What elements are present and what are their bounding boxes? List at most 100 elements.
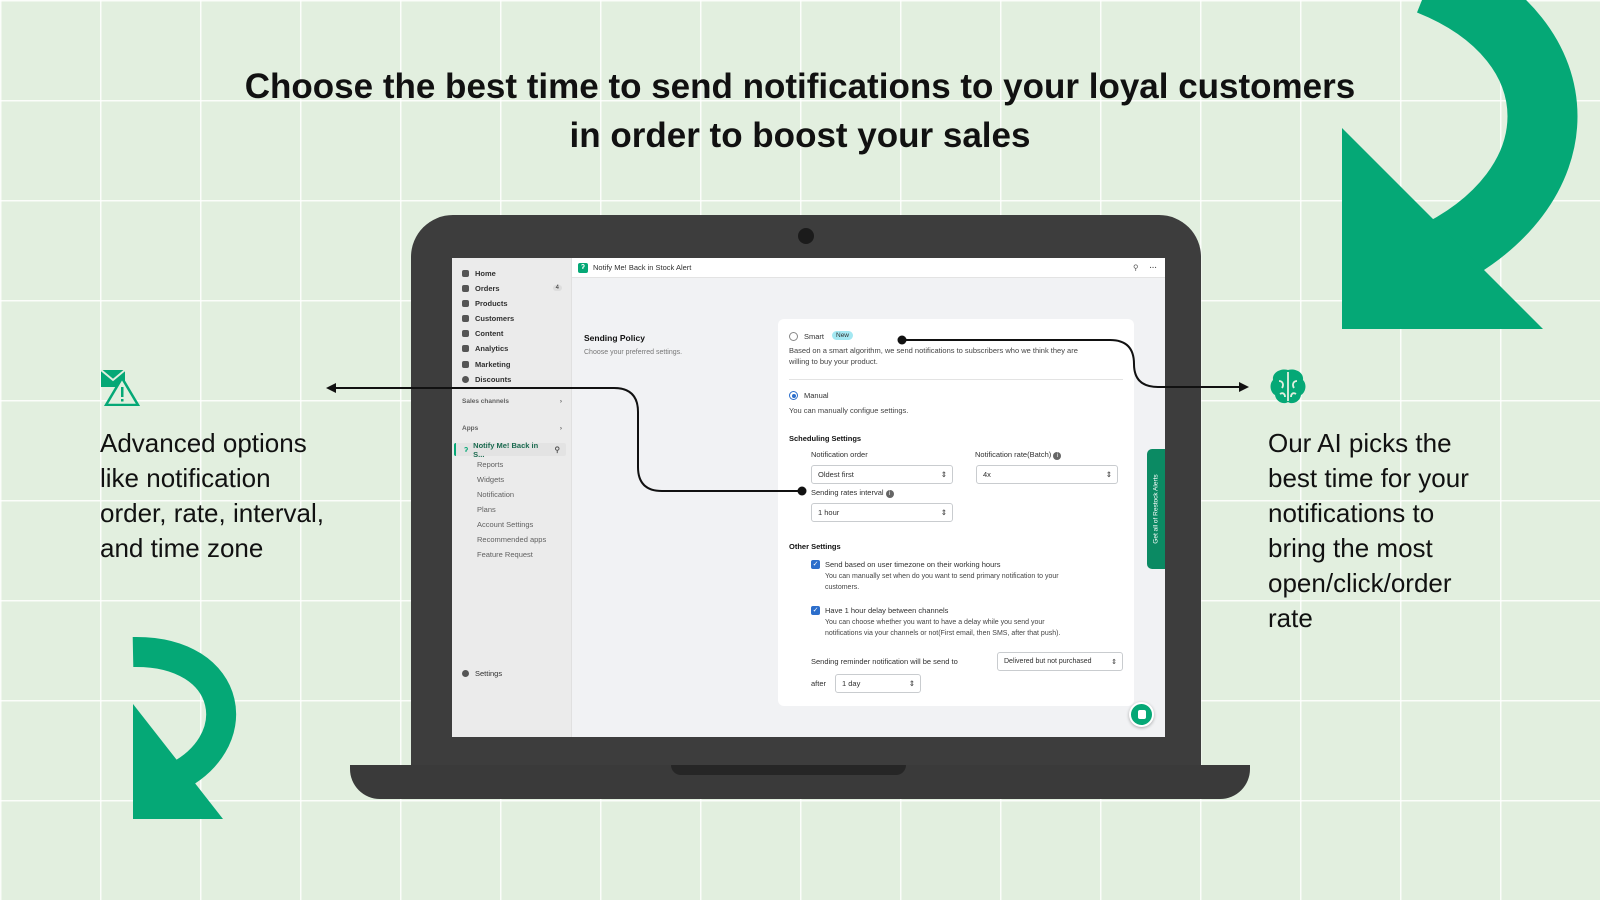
gear-icon bbox=[462, 669, 469, 677]
app-title: Notify Me! Back in Stock Alert bbox=[593, 263, 692, 272]
sidebar-sales-channels[interactable]: Sales channels › bbox=[462, 398, 562, 405]
select-arrows-icon: ⇕ bbox=[940, 508, 947, 517]
divider bbox=[789, 379, 1123, 380]
more-icon[interactable]: ··· bbox=[1150, 263, 1158, 272]
sidebar-item-label: Products bbox=[475, 298, 508, 308]
select-value: 4x bbox=[983, 470, 991, 479]
info-icon[interactable]: i bbox=[1053, 452, 1062, 460]
annotation-line: Advanced options bbox=[100, 428, 307, 458]
marketing-icon bbox=[462, 360, 469, 368]
sidebar-item-label: Customers bbox=[475, 313, 515, 323]
label-text: Notification rate(Batch) bbox=[975, 450, 1052, 459]
mail-warning-icon bbox=[100, 369, 140, 406]
new-badge: New bbox=[832, 331, 854, 340]
side-tab-label: Get all of Restock Alerts bbox=[1152, 474, 1160, 544]
section-subtitle: Choose your preferred settings. bbox=[584, 349, 683, 356]
sidebar-item-label: Settings bbox=[475, 668, 503, 678]
chevron-right-icon: › bbox=[559, 425, 562, 432]
sidebar-subitem-plans[interactable]: Plans bbox=[477, 505, 496, 514]
app-screen: Home Orders 4 Products Customers Content … bbox=[452, 258, 1165, 737]
sidebar-subitem-account-settings[interactable]: Account Settings bbox=[477, 520, 533, 529]
chat-button[interactable] bbox=[1129, 702, 1154, 727]
after-label: after bbox=[811, 679, 827, 688]
annotation-line: best time for your bbox=[1268, 463, 1469, 493]
delay-label: Have 1 hour delay between channels bbox=[825, 606, 949, 615]
sidebar-subitem-reports[interactable]: Reports bbox=[477, 460, 503, 469]
bar-chart-icon bbox=[462, 344, 469, 352]
timezone-label: Send based on user timezone on their wor… bbox=[825, 560, 1001, 569]
delay-description: notifications via your channels or not(F… bbox=[825, 630, 1061, 637]
scheduling-title: Scheduling Settings bbox=[789, 434, 862, 443]
annotation-line: Our AI picks the bbox=[1268, 428, 1452, 458]
after-select[interactable]: 1 day ⇕ bbox=[835, 674, 921, 693]
notification-rate-select[interactable]: 4x ⇕ bbox=[976, 465, 1118, 484]
annotation-line: notifications to bbox=[1268, 498, 1435, 528]
reminder-label: Sending reminder notification will be se… bbox=[811, 657, 958, 666]
sidebar-subitem-notification[interactable]: Notification bbox=[477, 490, 514, 499]
sidebar: Home Orders 4 Products Customers Content … bbox=[452, 258, 572, 737]
select-value: 1 day bbox=[842, 679, 861, 688]
notification-order-select[interactable]: Oldest first ⇕ bbox=[811, 465, 953, 484]
section-label: Apps bbox=[462, 425, 479, 432]
sending-policy-card: Smart New Based on a smart algorithm, we… bbox=[778, 319, 1134, 706]
sidebar-item-label: Notify Me! Back in S... bbox=[473, 440, 539, 459]
annotation-line: and time zone bbox=[100, 533, 264, 563]
other-settings-title: Other Settings bbox=[789, 542, 841, 551]
sending-interval-select[interactable]: 1 hour ⇕ bbox=[811, 503, 953, 522]
pin-icon[interactable]: ⚲ bbox=[555, 445, 561, 454]
manual-radio[interactable] bbox=[789, 391, 798, 400]
info-icon[interactable]: i bbox=[885, 490, 894, 498]
headline: Choose the best time to send notificatio… bbox=[0, 62, 1600, 160]
sidebar-subitem-widgets[interactable]: Widgets bbox=[477, 475, 504, 484]
sidebar-item-analytics[interactable]: Analytics bbox=[462, 342, 508, 354]
sidebar-subitem-feature-request[interactable]: Feature Request bbox=[477, 550, 533, 559]
laptop-notch bbox=[671, 765, 906, 775]
app-logo-icon: ʔ bbox=[464, 445, 469, 454]
chat-icon bbox=[1138, 710, 1146, 719]
timezone-description: You can manually set when do you want to… bbox=[825, 573, 1059, 580]
sidebar-item-settings[interactable]: Settings bbox=[462, 667, 502, 679]
select-value: Oldest first bbox=[818, 470, 854, 479]
sidebar-item-orders[interactable]: Orders 4 bbox=[462, 282, 562, 294]
left-annotation-text: Advanced options like notification order… bbox=[100, 426, 324, 566]
sidebar-item-customers[interactable]: Customers bbox=[462, 312, 514, 324]
sidebar-item-marketing[interactable]: Marketing bbox=[462, 358, 510, 370]
content-icon bbox=[462, 329, 469, 337]
notification-order-label: Notification order bbox=[811, 450, 868, 459]
app-logo-icon: ʔ bbox=[578, 262, 588, 273]
sidebar-item-label: Orders bbox=[475, 283, 500, 293]
timezone-checkbox[interactable]: ✓ bbox=[811, 560, 820, 569]
sidebar-subitem-recommended-apps[interactable]: Recommended apps bbox=[477, 535, 546, 544]
select-arrows-icon: ⇕ bbox=[940, 470, 947, 479]
smart-label: Smart bbox=[804, 332, 825, 341]
timezone-description: customers. bbox=[825, 584, 860, 591]
smart-radio[interactable] bbox=[789, 332, 798, 341]
sidebar-item-discounts[interactable]: Discounts bbox=[462, 373, 511, 385]
pin-icon[interactable]: ⚲ bbox=[1133, 263, 1139, 272]
right-annotation-text: Our AI picks the best time for your noti… bbox=[1268, 426, 1469, 636]
sidebar-item-label: Marketing bbox=[475, 359, 511, 369]
manual-label: Manual bbox=[804, 391, 829, 400]
laptop-camera bbox=[798, 228, 814, 244]
notification-rate-label: Notification rate(Batch) i bbox=[975, 450, 1062, 460]
person-icon bbox=[462, 314, 469, 322]
label-text: Sending rates interval bbox=[811, 488, 884, 497]
sidebar-item-notify-app[interactable]: ʔ Notify Me! Back in S... ⚲ bbox=[454, 440, 566, 459]
sidebar-item-label: Analytics bbox=[475, 343, 509, 353]
sidebar-item-content[interactable]: Content bbox=[462, 327, 503, 339]
sidebar-item-home[interactable]: Home bbox=[462, 267, 496, 279]
select-value: Delivered but not purchased bbox=[1004, 658, 1092, 665]
sidebar-apps[interactable]: Apps › bbox=[462, 425, 562, 432]
select-arrows-icon: ⇕ bbox=[1111, 658, 1117, 666]
sidebar-item-products[interactable]: Products bbox=[462, 297, 508, 309]
sidebar-item-label: Content bbox=[475, 328, 504, 338]
annotation-line: rate bbox=[1268, 603, 1313, 633]
reminder-target-select[interactable]: Delivered but not purchased ⇕ bbox=[997, 652, 1123, 671]
restock-alerts-side-tab[interactable]: Get all of Restock Alerts bbox=[1147, 449, 1165, 569]
annotation-line: like notification bbox=[100, 463, 271, 493]
section-label: Sales channels bbox=[462, 398, 509, 405]
delay-checkbox[interactable]: ✓ bbox=[811, 606, 820, 615]
sending-interval-label: Sending rates interval i bbox=[811, 488, 894, 498]
manual-description: You can manually configue settings. bbox=[789, 406, 909, 415]
tag-icon bbox=[462, 299, 469, 307]
